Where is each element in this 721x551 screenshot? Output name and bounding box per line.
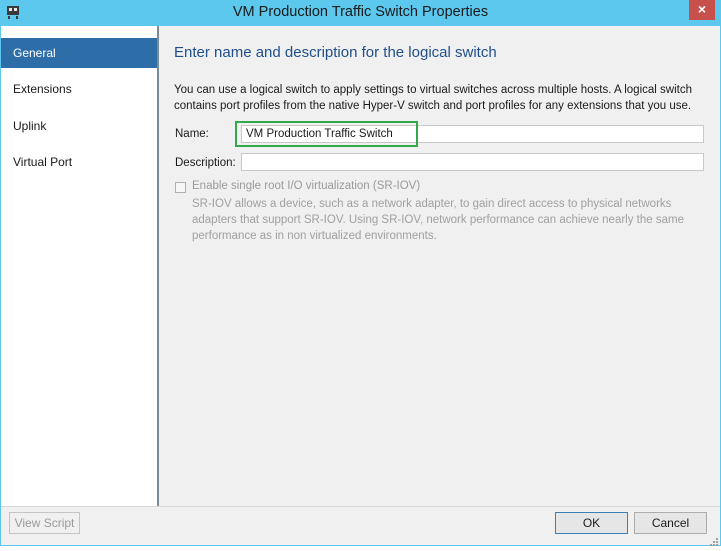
properties-window: VM Production Traffic Switch Properties …	[0, 0, 721, 546]
sidebar-item-label: Uplink	[13, 119, 47, 133]
sidebar: General Extensions Uplink Virtual Port	[1, 26, 166, 506]
sriov-label: Enable single root I/O virtualization (S…	[192, 180, 421, 192]
main-panel: Enter name and description for the logic…	[159, 26, 720, 506]
title-bar[interactable]: VM Production Traffic Switch Properties …	[0, 0, 721, 26]
page-heading: Enter name and description for the logic…	[174, 44, 497, 61]
sidebar-item-label: Extensions	[13, 82, 72, 96]
ok-button[interactable]: OK	[555, 512, 628, 534]
name-field-highlight	[235, 121, 418, 147]
description-label: Description:	[175, 157, 236, 169]
page-description: You can use a logical switch to apply se…	[174, 84, 692, 112]
sriov-checkbox[interactable]	[175, 182, 186, 193]
sidebar-item-virtual-port[interactable]: Virtual Port	[1, 147, 157, 177]
resize-grip-icon[interactable]	[708, 533, 718, 546]
sidebar-item-label: General	[13, 46, 56, 60]
dialog-client: General Extensions Uplink Virtual Port E…	[1, 26, 720, 546]
footer-bar: View Script OK Cancel	[1, 506, 720, 546]
close-button[interactable]: ×	[689, 0, 715, 20]
sriov-help-text: SR-IOV allows a device, such as a networ…	[192, 198, 684, 242]
name-label: Name:	[175, 128, 209, 140]
window-title: VM Production Traffic Switch Properties	[232, 4, 489, 20]
view-script-button[interactable]: View Script	[9, 512, 80, 534]
sidebar-item-uplink[interactable]: Uplink	[1, 111, 157, 141]
sidebar-item-label: Virtual Port	[13, 155, 73, 169]
cancel-button[interactable]: Cancel	[634, 512, 707, 534]
sidebar-item-extensions[interactable]: Extensions	[1, 74, 157, 104]
description-field[interactable]	[241, 153, 704, 171]
sidebar-item-general[interactable]: General	[1, 38, 166, 68]
close-icon: ×	[697, 1, 707, 17]
